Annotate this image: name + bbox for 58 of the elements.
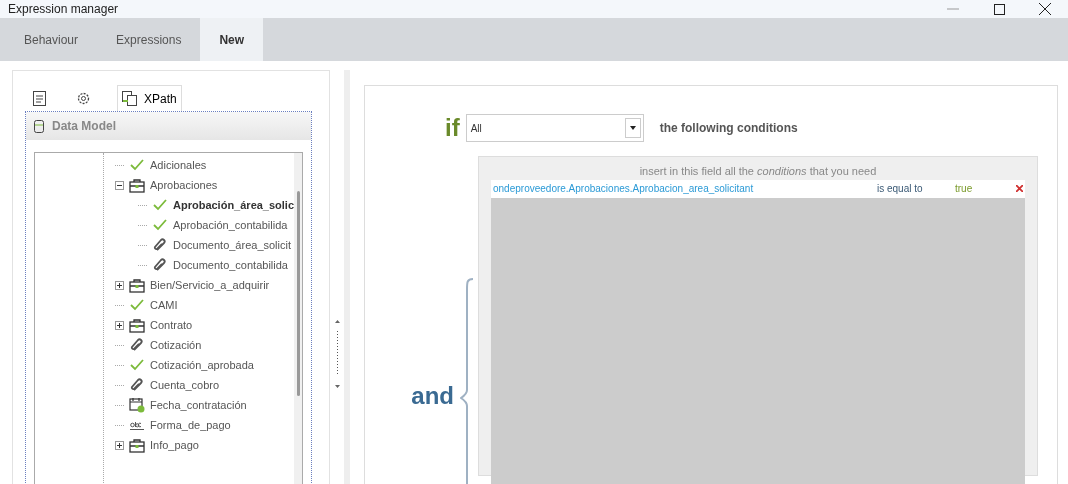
tab[interactable]: Behaviour xyxy=(5,18,98,61)
splitter-handle-icon[interactable] xyxy=(334,319,340,389)
check-icon xyxy=(130,159,144,171)
tree-item[interactable]: Aprobación_área_solic xyxy=(173,196,295,214)
condition-field: ondeproveedore.Aprobaciones.Aprobacion_area_solicitant xyxy=(493,181,877,196)
paperclip-icon xyxy=(130,378,144,392)
briefcase-icon xyxy=(129,437,145,453)
expand-icon[interactable] xyxy=(115,440,124,450)
tree-item[interactable]: CAMI xyxy=(150,296,178,314)
briefcase-icon xyxy=(129,317,145,333)
and-label: and xyxy=(411,381,454,411)
caret-icon xyxy=(629,126,636,130)
collapse-icon[interactable] xyxy=(115,180,124,190)
expand-icon[interactable] xyxy=(115,320,124,330)
tree-item[interactable]: Aprobación_contabilida xyxy=(173,216,288,234)
following-label: the following conditions xyxy=(659,120,798,137)
briefcase-icon xyxy=(129,177,145,193)
tab[interactable]: New xyxy=(200,18,264,61)
tree-item[interactable]: Cotización xyxy=(150,336,202,354)
quantifier-dropdown[interactable]: All xyxy=(465,114,644,142)
brace-icon xyxy=(460,278,474,484)
delete-icon[interactable] xyxy=(1016,185,1023,192)
conditions-hint: insert in this field all the conditions that you need xyxy=(638,164,878,179)
scrollbar-thumb[interactable] xyxy=(296,191,300,396)
check-icon xyxy=(130,299,144,311)
condition-value: true xyxy=(955,182,974,196)
paperclip-icon xyxy=(153,238,167,252)
tree-item[interactable]: Bien/Servicio_a_adquirir xyxy=(150,276,270,294)
check-icon xyxy=(153,219,167,231)
condition-row[interactable]: ondeproveedore.Aprobaciones.Aprobacion_area_solicitant is equal to true xyxy=(491,179,1025,198)
check-icon xyxy=(130,359,144,371)
tree-item[interactable]: Documento_área_solicit xyxy=(173,236,291,254)
window-title: Expression manager xyxy=(8,1,120,18)
expand-icon[interactable] xyxy=(115,280,124,290)
tree-item[interactable]: Aprobaciones xyxy=(150,176,218,194)
tree-item[interactable]: Adicionales xyxy=(150,156,207,174)
check-icon xyxy=(153,199,167,211)
paperclip-icon xyxy=(153,258,167,272)
tree-item[interactable]: Forma_de_pago xyxy=(150,416,231,434)
document-icon xyxy=(33,90,46,106)
tree-item[interactable]: Info_pago xyxy=(150,436,199,454)
tab[interactable]: Expressions xyxy=(97,18,201,61)
tree-item[interactable]: Documento_contabilida xyxy=(173,256,288,274)
xpath-tab[interactable]: XPath xyxy=(117,85,182,111)
database-icon xyxy=(34,119,44,133)
calendar-icon xyxy=(129,397,145,413)
panel-title: Data Model xyxy=(52,118,116,135)
tree-item[interactable]: Cotización_aprobada xyxy=(150,356,254,374)
tree-item[interactable]: Fecha_contratación xyxy=(150,396,247,414)
if-label: if xyxy=(445,116,460,140)
text-type-icon xyxy=(130,420,144,430)
briefcase-icon xyxy=(129,277,145,293)
xpath-icon xyxy=(122,91,140,106)
condition-operator: is equal to xyxy=(877,182,924,196)
paperclip-icon xyxy=(130,338,144,352)
tree-item[interactable]: Cuenta_cobro xyxy=(150,376,220,394)
gear-icon xyxy=(76,90,91,106)
tree-item[interactable]: Contrato xyxy=(150,316,193,334)
